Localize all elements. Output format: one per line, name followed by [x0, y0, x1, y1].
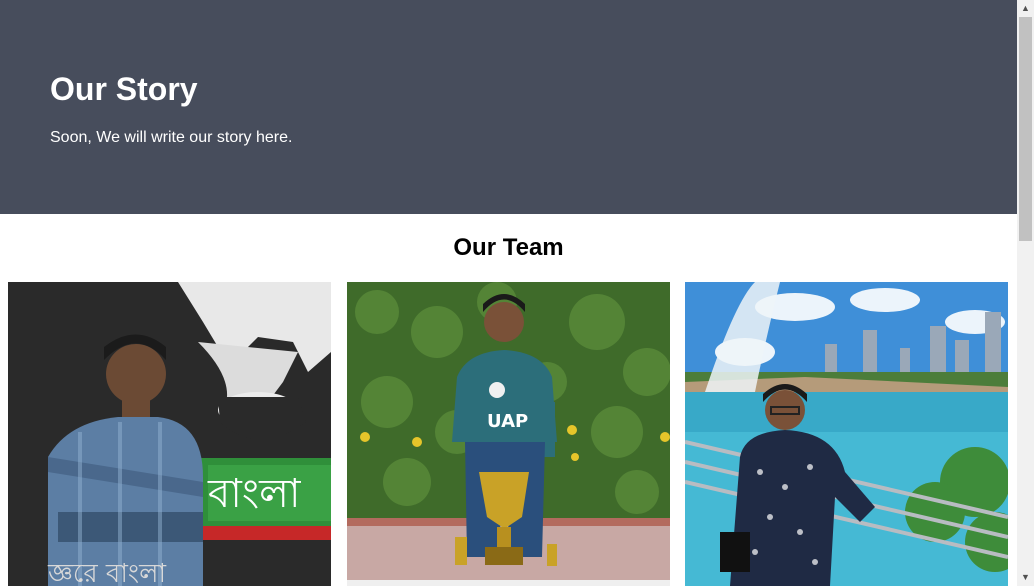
- vertical-scrollbar[interactable]: ▲ ▼: [1017, 0, 1034, 586]
- team-member-card-3[interactable]: [685, 282, 1008, 586]
- team-member-card-2[interactable]: UAP: [347, 282, 670, 586]
- scroll-down-icon[interactable]: ▼: [1017, 569, 1034, 586]
- our-story-text: Soon, We will write our story here.: [50, 129, 293, 146]
- page: Our Story Soon, We will write our story …: [0, 0, 1017, 586]
- our-story-section: Our Story Soon, We will write our story …: [0, 0, 1017, 214]
- scroll-up-icon[interactable]: ▲: [1017, 0, 1034, 17]
- team-member-photo-2: UAP: [347, 282, 670, 586]
- jersey-text: UAP: [487, 411, 528, 432]
- our-story-title: Our Story: [50, 71, 198, 107]
- scroll-thumb[interactable]: [1019, 17, 1032, 241]
- sign-text: বাংলা: [207, 471, 302, 517]
- svg-text:জ্ঞরে বাংলা: জ্ঞরে বাংলা: [47, 559, 166, 586]
- team-member-photo-1: বাংলা জ্ঞরে বাংলা: [8, 282, 331, 586]
- our-team-title: Our Team: [453, 234, 564, 261]
- team-member-photo-3: [685, 282, 1008, 586]
- team-member-card-1[interactable]: বাংলা জ্ঞরে বাংলা: [8, 282, 331, 586]
